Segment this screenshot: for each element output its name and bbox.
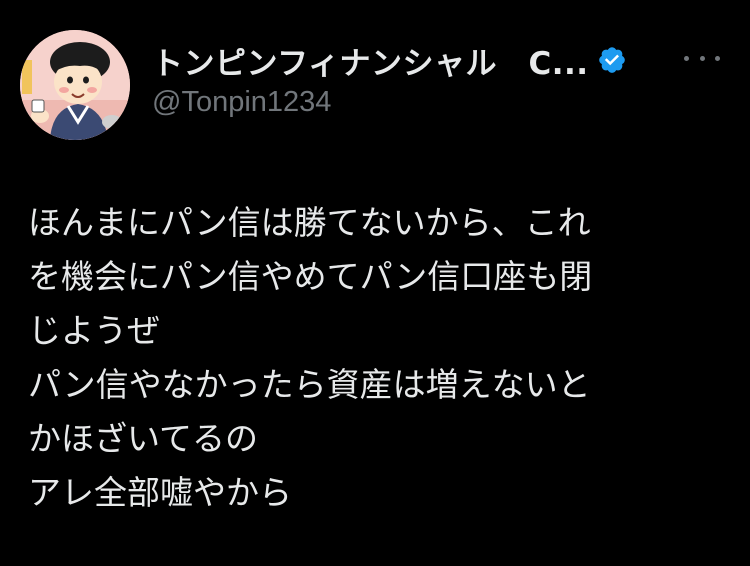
more-dot	[715, 55, 720, 61]
tweet-line: じようぜ	[28, 311, 160, 350]
more-options-icon[interactable]	[684, 44, 720, 72]
tweet-line: アレ全部嘘やから	[28, 473, 292, 512]
user-handle[interactable]: @Tonpin1234	[152, 86, 331, 119]
tweet-text: ほんまにパン信は勝てないから、これ を機会にパン信やめてパン信口座も閉 じようぜ…	[28, 196, 728, 520]
tweet-line: パン信やなかったら資産は増えないと	[28, 365, 591, 404]
avatar[interactable]	[20, 30, 130, 140]
more-dot	[684, 55, 689, 61]
tweet: トンピンフィナンシャル C... @Tonpin1234 ほんまにパン信は勝てな…	[0, 0, 750, 566]
name-row: トンピンフィナンシャル C...	[152, 38, 627, 82]
tweet-line: を機会にパン信やめてパン信口座も閉	[28, 257, 593, 296]
tweet-line: かほざいてるの	[28, 419, 259, 458]
cartoon-character-icon	[20, 30, 130, 140]
tweet-line: ほんまにパン信は勝てないから、これ	[28, 203, 591, 242]
verified-badge-icon	[598, 47, 625, 73]
more-dot	[699, 55, 705, 61]
display-name[interactable]: トンピンフィナンシャル C...	[152, 38, 589, 83]
tweet-header: トンピンフィナンシャル C... @Tonpin1234	[152, 38, 732, 128]
